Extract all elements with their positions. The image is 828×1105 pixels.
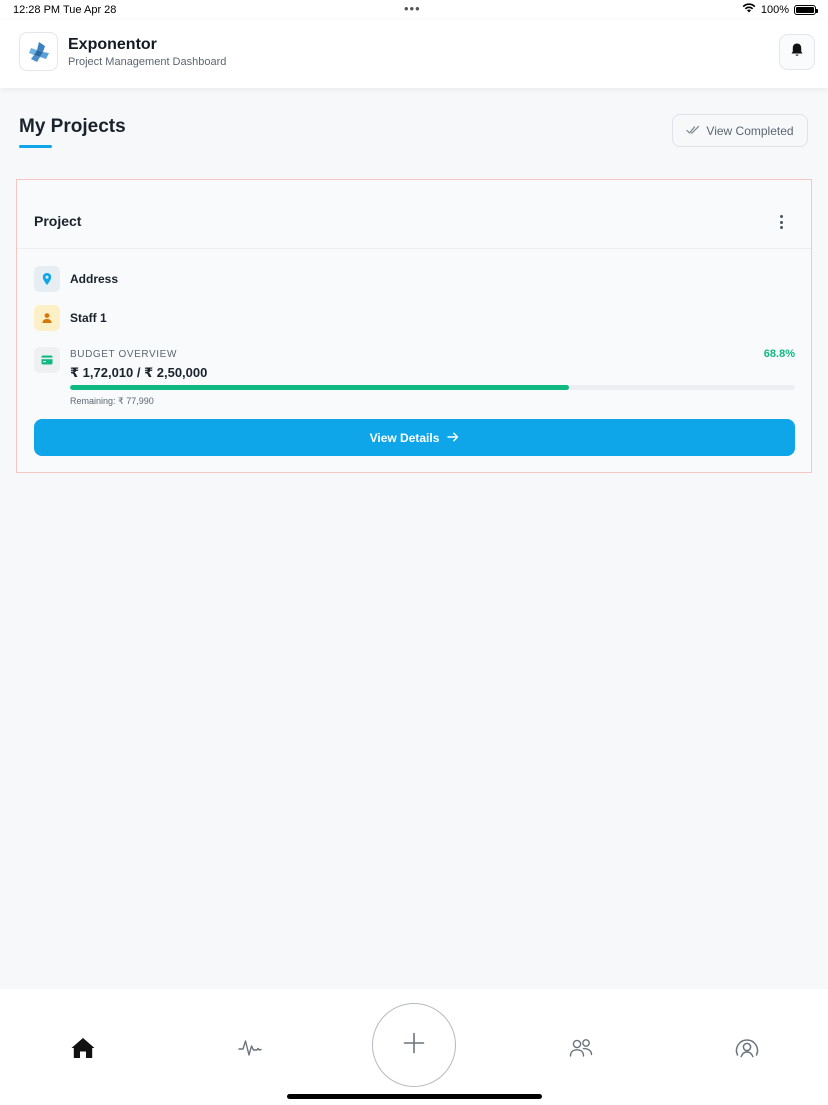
address-row: Address — [34, 266, 118, 292]
more-options-icon[interactable] — [773, 212, 789, 232]
profile-icon[interactable] — [733, 1034, 761, 1062]
view-completed-label: View Completed — [706, 123, 794, 138]
project-card: Project Address Staff 1 BUDGET OVERVIEW … — [16, 179, 812, 473]
view-completed-button[interactable]: View Completed — [672, 114, 808, 147]
page-title: My Projects — [19, 116, 126, 137]
notifications-button[interactable] — [779, 34, 815, 70]
budget-progress-fill — [70, 385, 569, 390]
team-icon[interactable] — [567, 1034, 595, 1062]
wifi-icon — [742, 3, 756, 16]
multitasking-dots-icon[interactable]: ••• — [404, 1, 421, 16]
budget-amount: ₹ 1,72,010 / ₹ 2,50,000 — [70, 365, 208, 380]
arrow-right-icon — [447, 431, 459, 445]
view-details-label: View Details — [369, 430, 440, 445]
staff-row: Staff 1 — [34, 305, 107, 331]
home-indicator[interactable] — [287, 1094, 542, 1099]
battery-percent: 100% — [760, 3, 789, 16]
exponentor-logo-icon — [19, 32, 58, 71]
project-card-header: Project — [17, 180, 811, 249]
bottom-nav — [0, 989, 828, 1105]
battery-icon — [794, 4, 818, 15]
home-icon[interactable] — [69, 1034, 97, 1062]
status-date: Tue Apr 28 — [63, 4, 117, 16]
status-time: 12:28 PM — [13, 4, 61, 16]
address-label: Address — [70, 272, 119, 286]
double-check-icon — [686, 124, 700, 138]
budget-remaining: Remaining: ₹ 77,990 — [70, 396, 154, 406]
view-details-button[interactable]: View Details — [34, 419, 795, 456]
page-title-underline — [19, 145, 52, 148]
budget-progress-bar — [70, 385, 795, 390]
location-pin-icon — [34, 266, 60, 292]
credit-card-icon — [34, 347, 60, 373]
status-bar: 12:28 PM Tue Apr 28 ••• 100% — [0, 0, 828, 20]
staff-label: Staff 1 — [70, 311, 107, 325]
app-subtitle: Project Management Dashboard — [68, 56, 227, 68]
add-project-button[interactable] — [372, 1003, 456, 1087]
activity-icon[interactable] — [236, 1034, 264, 1062]
app-header: Exponentor Project Management Dashboard — [0, 20, 828, 88]
bell-icon — [789, 42, 805, 63]
add-icon — [403, 1032, 425, 1059]
person-icon — [34, 305, 60, 331]
budget-percent: 68.8% — [763, 348, 795, 360]
status-right: 100% — [742, 3, 818, 16]
project-name: Project — [34, 213, 82, 229]
budget-overview-label: BUDGET OVERVIEW — [70, 349, 177, 360]
app-title: Exponentor — [68, 36, 157, 53]
